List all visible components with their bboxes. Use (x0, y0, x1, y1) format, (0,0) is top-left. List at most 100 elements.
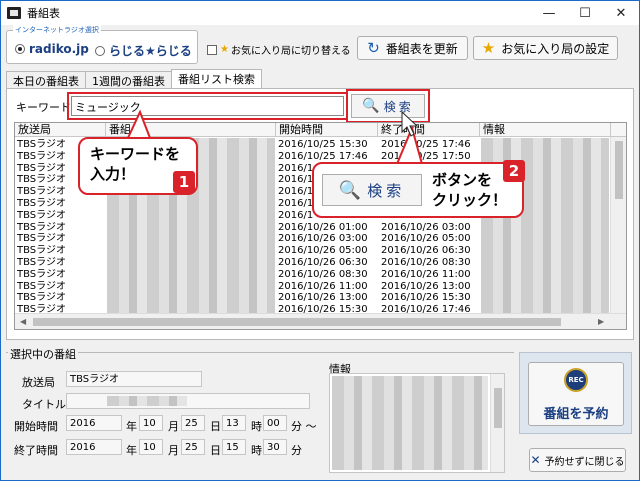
cell-station: TBSラジオ (17, 186, 66, 198)
close-without-reserve-label: 予約せずに閉じる (544, 456, 625, 468)
tab-week[interactable]: 1週間の番組表 (85, 71, 172, 88)
start-day-unit: 日 (210, 420, 221, 433)
tab-search[interactable]: 番組リスト検索 (171, 69, 262, 88)
reserve-button-label: 番組を予約 (543, 407, 609, 422)
search-button-zoom: 🔍 検索 (322, 174, 422, 206)
title-label: タイトル (22, 398, 66, 411)
info-textbox[interactable] (329, 373, 505, 473)
tab-bar: 本日の番組表 1週間の番組表 番組リスト検索 (6, 69, 262, 88)
cell-station: TBSラジオ (17, 174, 66, 186)
start-month-field[interactable]: 10 (139, 415, 163, 431)
favorites-settings-label: お気に入り局の設定 (501, 41, 610, 56)
grid-vertical-scrollbar[interactable] (610, 137, 626, 315)
favorites-toggle[interactable]: ★ お気に入り局に切り替える (207, 42, 351, 57)
cell-start: 2016/1 (278, 162, 314, 174)
end-day-unit: 日 (210, 444, 221, 457)
col-station[interactable]: 放送局 (15, 123, 106, 137)
cell-end: 2016/10/26 13:00 (381, 280, 471, 292)
info-scrollbar[interactable] (490, 374, 504, 472)
cell-station: TBSラジオ (17, 233, 66, 245)
cell-station: TBSラジオ (17, 139, 66, 150)
col-program[interactable]: 番組 (106, 123, 276, 137)
vertical-scroll-thumb[interactable] (615, 141, 623, 199)
start-day-field[interactable]: 25 (181, 415, 205, 431)
favorites-settings-button[interactable]: ★ お気に入り局の設定 (473, 36, 618, 60)
search-button[interactable]: 🔍 検索 (351, 94, 425, 118)
radio-radiko-label: radiko.jp (29, 42, 89, 56)
cell-end: 2016/10/26 03:00 (381, 221, 471, 233)
favorites-checkbox[interactable] (207, 44, 217, 55)
radio-radiru[interactable]: らじる★らじる (95, 42, 192, 59)
grid-horizontal-scrollbar[interactable]: ◀ ▶ (15, 313, 626, 329)
cell-station: TBSラジオ (17, 198, 66, 209)
maximize-button[interactable]: ☐ (567, 1, 603, 25)
cell-start: 2016/10/25 15:30 (278, 139, 368, 150)
end-minute-unit: 分 (291, 444, 302, 457)
col-start[interactable]: 開始時間 (276, 123, 378, 137)
window-title: 番組表 (27, 7, 60, 20)
minimize-button[interactable]: — (531, 1, 567, 25)
cell-start: 2016/1 (278, 186, 314, 198)
callout-keyword-badge: 1 (173, 171, 195, 193)
start-minute-unit: 分 ～ (291, 420, 317, 433)
radio-source-legend: インターネットラジオ選択 (13, 25, 101, 35)
horizontal-scroll-thumb[interactable] (33, 318, 561, 326)
cell-start: 2016/10/26 11:00 (278, 280, 368, 292)
end-day-field[interactable]: 25 (181, 439, 205, 455)
radio-dot-icon (15, 44, 25, 54)
station-field: TBSラジオ (66, 371, 202, 387)
end-time-label: 終了時間 (14, 444, 58, 457)
refresh-schedule-button[interactable]: ↻ 番組表を更新 (357, 36, 468, 60)
search-button-label: 検索 (383, 99, 414, 114)
cell-start: 2016/10/26 06:30 (278, 257, 368, 268)
start-minute-field[interactable]: 00 (263, 415, 287, 431)
cell-start: 2016/10/26 01:00 (278, 221, 368, 233)
close-without-reserve-button[interactable]: ✕ 予約せずに閉じる (529, 448, 626, 472)
info-scroll-thumb[interactable] (494, 388, 502, 428)
start-hour-field[interactable]: 13 (222, 415, 246, 431)
callout-search-badge: 2 (503, 160, 525, 182)
cell-start: 2016/10/26 13:00 (278, 292, 368, 304)
cell-station: TBSラジオ (17, 162, 66, 174)
cell-end: 2016/10/26 06:30 (381, 245, 471, 257)
cell-station: TBSラジオ (17, 268, 66, 280)
callout-search-line1: ボタンを (432, 171, 493, 189)
scroll-right-icon[interactable]: ▶ (598, 317, 604, 326)
start-year-field[interactable]: 2016 (66, 415, 122, 431)
refresh-schedule-label: 番組表を更新 (385, 41, 458, 56)
station-label: 放送局 (22, 376, 55, 389)
redacted-title (107, 396, 187, 406)
close-icon: ✕ (530, 453, 541, 467)
cell-end: 2016/10/25 17:50 (381, 150, 471, 162)
redacted-info (332, 376, 488, 470)
end-hour-field[interactable]: 15 (222, 439, 246, 455)
cell-end: 2016/10/26 15:30 (381, 292, 471, 304)
cell-start: 2016/10/26 08:30 (278, 268, 368, 280)
cell-start: 2016/10/26 03:00 (278, 233, 368, 245)
col-end[interactable]: 終了時間 (378, 123, 480, 137)
cell-start: 2016/1 (278, 198, 314, 209)
favorites-toggle-label: お気に入り局に切り替える (230, 46, 351, 57)
start-year-unit: 年 (126, 420, 137, 433)
col-info[interactable]: 情報 (480, 123, 611, 137)
rec-icon: REC (564, 368, 588, 392)
cell-start: 2016/10/25 17:46 (278, 150, 368, 162)
scroll-left-icon[interactable]: ◀ (20, 317, 26, 326)
tab-today[interactable]: 本日の番組表 (6, 71, 86, 88)
radio-radiko[interactable]: radiko.jp (15, 42, 89, 56)
close-window-button[interactable]: ✕ (603, 1, 639, 25)
cell-end: 2016/10/26 05:00 (381, 233, 471, 245)
keyword-input[interactable]: ミュージック (71, 96, 344, 116)
cell-station: TBSラジオ (17, 257, 66, 268)
end-year-field[interactable]: 2016 (66, 439, 122, 455)
search-icon: 🔍 (338, 179, 362, 201)
end-month-field[interactable]: 10 (139, 439, 163, 455)
end-year-unit: 年 (126, 444, 137, 457)
radio-dot-icon (95, 45, 105, 56)
end-minute-field[interactable]: 30 (263, 439, 287, 455)
start-month-unit: 月 (168, 420, 179, 433)
star-icon: ★ (481, 39, 496, 57)
search-zoom-label: 検索 (367, 181, 406, 200)
callout-keyword-line2: 入力！ (90, 165, 136, 183)
keyword-label: キーワード (16, 101, 71, 114)
